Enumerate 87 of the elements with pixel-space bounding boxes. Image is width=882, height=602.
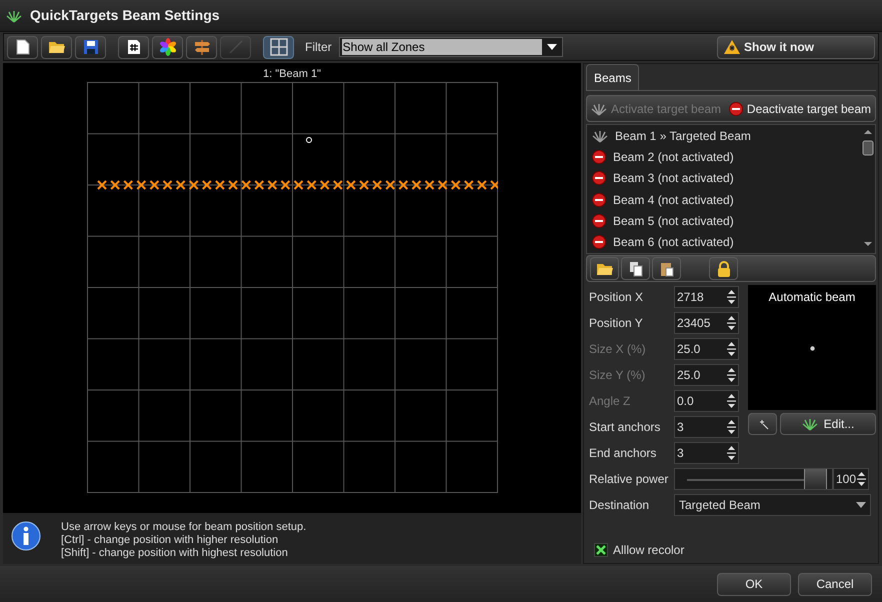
new-file-icon [16,39,30,55]
field-label: Size X (%) [589,340,647,358]
checkbox-label: Alllow recolor [613,542,684,559]
beam-icon [591,102,607,116]
paste-icon [660,260,674,276]
stop-icon [728,102,743,116]
signpost-icon [192,38,210,56]
line-icon [228,39,244,55]
beam-action-button[interactable]: Deactivate target beam [728,100,871,118]
beam-list-item[interactable]: Beam 2 (not activated) [587,146,861,168]
beam-icon [802,417,818,431]
destination-dropdown[interactable]: Targeted Beam [674,494,871,516]
spinner-arrows-icon[interactable] [857,470,866,488]
slider-thumb[interactable] [804,468,828,488]
preview-title: Automatic beam [768,289,856,306]
list-tool-button[interactable] [709,257,738,280]
stop-icon [592,171,606,186]
toolbar-button[interactable] [118,36,149,58]
number-field[interactable]: 2718 [674,286,739,308]
filter-label: Filter [305,39,332,56]
spinner-arrows-icon[interactable] [727,392,736,410]
toolbar-button[interactable] [186,36,217,58]
magic-wand-button[interactable] [748,413,777,435]
info-text: [Ctrl] - change position with higher resolution [61,534,280,547]
field-label: Start anchors [589,418,662,436]
edit-button[interactable]: Edit... [780,413,876,435]
check-x-icon [596,545,606,555]
folder-icon [48,40,66,54]
number-field[interactable]: 3 [674,442,739,464]
field-label: Angle Z [589,392,632,410]
window-title: QuickTargets Beam Settings [30,6,220,25]
stop-icon [592,192,606,207]
toolbar-button[interactable] [263,36,294,58]
list-tool-button[interactable] [652,257,681,280]
stop-icon [592,150,606,164]
list-tool-button[interactable] [590,257,619,280]
beam-list-item[interactable]: Beam 3 (not activated) [587,168,861,189]
field-label: End anchors [589,444,658,462]
dialog-button[interactable]: OK [717,572,791,596]
field-label: Position Y [589,314,644,332]
beam-icon [592,128,608,143]
number-field[interactable]: 100 [833,468,869,490]
toolbar-button[interactable] [7,36,38,58]
copy-icon [628,260,642,276]
number-field[interactable]: 3 [674,416,739,438]
stop-icon [592,214,606,228]
number-field[interactable]: 23405 [674,312,739,334]
spinner-arrows-icon[interactable] [727,314,736,332]
dropdown-caret-icon [546,44,557,50]
toolbar-button[interactable] [75,36,106,58]
info-text: [Shift] - change position with highest resolution [61,547,289,560]
spinner-arrows-icon[interactable] [727,444,736,462]
app-logo-icon [6,8,22,22]
toolbar-button[interactable] [152,36,183,58]
canvas-title: 1: "Beam 1" [263,68,321,81]
field-label: Destination [589,496,650,514]
filter-dropdown[interactable]: Show all Zones [338,37,563,57]
dropdown-caret-icon [856,502,866,508]
grid-icon [270,38,288,56]
beam-list-item[interactable]: Beam 4 (not activated) [587,188,861,210]
spinner-arrows-icon[interactable] [727,288,736,306]
field-label: Size Y (%) [589,366,646,384]
warning-icon [724,40,740,54]
info-text: Use arrow keys or mouse for beam position setup. [61,521,306,534]
spinner-arrows-icon[interactable] [727,340,736,358]
field-label: Relative power [589,470,670,488]
beam-list-item[interactable]: Beam 5 (not activated) [587,210,861,232]
hash-document-icon [126,39,140,55]
tab[interactable]: Beams [586,64,640,90]
dialog-button[interactable]: Cancel [798,572,872,596]
stop-icon [592,235,606,250]
spinner-arrows-icon[interactable] [727,418,736,436]
checkbox[interactable] [594,543,608,557]
spinner-arrows-icon[interactable] [727,366,736,384]
folder-icon [596,262,614,276]
show-it-now-button[interactable]: Show it now [717,36,875,58]
beam-grid-drawing[interactable] [86,82,498,494]
toolbar-button[interactable] [41,36,72,58]
info-icon [11,521,41,551]
lock-icon [716,260,730,276]
color-wheel-icon [158,38,176,56]
beam-list-item[interactable]: Beam 6 (not activated) [587,232,861,253]
field-label: Position X [589,288,644,306]
beam-list-item[interactable]: Beam 1 » Targeted Beam [587,125,861,146]
save-icon [82,39,98,55]
beam-dot-icon [810,346,814,351]
list-tool-button[interactable] [621,257,650,280]
